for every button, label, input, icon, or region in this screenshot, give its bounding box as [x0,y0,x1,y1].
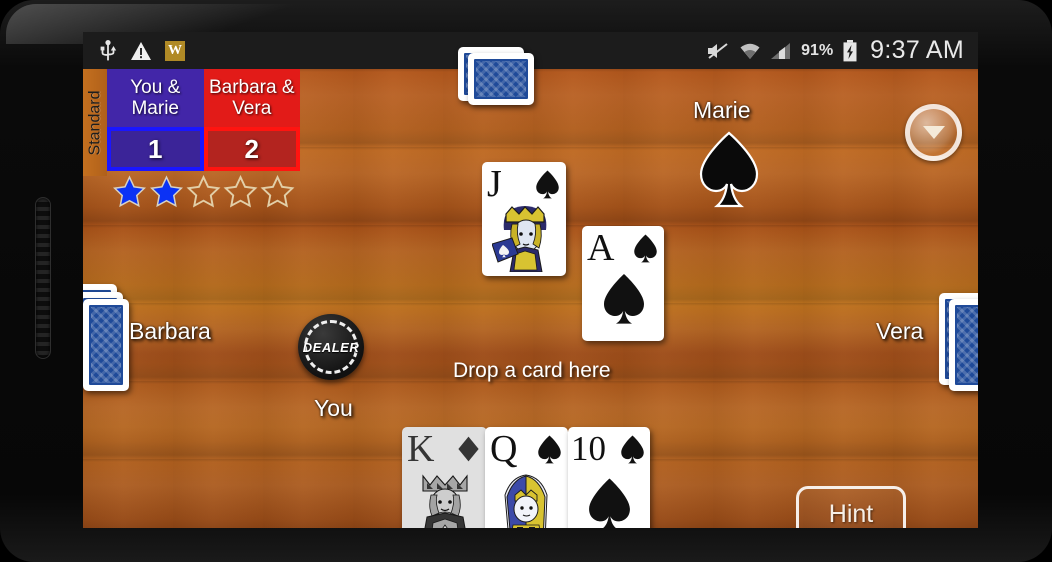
star-empty-4 [223,175,258,208]
scoreboard[interactable]: Standard You & Marie Barbara & Vera 1 2 [83,69,300,208]
spade-icon [538,435,561,464]
card-rank: A [587,227,615,269]
team-b-score: 2 [203,127,300,171]
battery-charging-icon [843,39,857,61]
card-back-barbara-3 [83,299,129,391]
team-a-name-line1: You & [130,77,181,98]
star-filled-1 [112,175,147,208]
speaker-grille [35,197,51,359]
hand-card-ten-spades[interactable]: 10 [568,427,650,528]
usb-icon [100,39,117,60]
diamond-icon [458,436,479,462]
player-name-marie: Marie [693,97,751,123]
played-card-jack-spades: J [482,162,566,276]
hint-button-label: Hint [828,499,874,528]
game-mode-label: Standard [86,90,103,155]
dealer-chip: DEALER [298,314,364,380]
warning-icon [131,41,151,60]
hand-card-queen-spades[interactable]: Q [485,427,568,528]
phone-screen: W 91% 9:37 AM Standard You & Marie Barba… [83,32,978,528]
chevron-down-icon [922,126,945,139]
star-empty-3 [186,175,221,208]
expand-menu-button[interactable] [905,104,962,161]
game-table[interactable]: Standard You & Marie Barbara & Vera 1 2 … [83,47,978,528]
w-app-icon: W [165,40,185,61]
spade-icon-large [604,274,644,324]
wifi-icon [740,43,760,59]
hint-button[interactable]: Hint [796,486,906,528]
status-right-icons: 91% 9:37 AM [706,36,964,65]
star-filled-2 [149,175,184,208]
played-card-ace-spades: A [582,226,664,341]
team-b-name: Barbara & Vera [203,69,300,127]
king-court-figure [422,474,468,528]
drop-card-hint: Drop a card here [453,359,611,382]
queen-court-figure [504,474,548,528]
clock: 9:37 AM [870,36,964,64]
mute-icon [708,42,728,59]
team-b-name-line2: Vera [232,98,272,119]
card-back-marie-2 [468,53,534,105]
spade-icon [634,234,657,263]
card-rank: Q [490,428,518,470]
status-left-icons: W [99,39,185,62]
player-name-you: You [314,395,353,421]
spade-icon [536,170,559,199]
card-rank: K [407,428,435,470]
star-empty-5 [260,175,295,208]
dealer-chip-label: DEALER [302,339,360,355]
team-scores-row: 1 2 [107,127,300,171]
team-a-name: You & Marie [107,69,204,127]
player-name-barbara: Barbara [129,318,211,344]
trump-spade-icon [699,131,759,208]
spade-icon-large [589,478,630,528]
phone-device-frame: W 91% 9:37 AM Standard You & Marie Barba… [0,0,1052,562]
spade-icon [621,435,644,464]
team-a-score: 1 [107,127,204,171]
round-stars [107,171,300,208]
player-name-vera: Vera [876,318,924,344]
hand-card-king-diamonds[interactable]: K [402,427,487,528]
card-back-vera-2 [949,299,978,391]
card-rank: J [487,163,502,205]
team-a-name-line2: Marie [131,98,179,119]
team-names-row: You & Marie Barbara & Vera [107,69,300,127]
team-b-name-line1: Barbara & [208,77,295,98]
jack-court-figure [492,206,547,272]
signal-icon [771,42,791,59]
game-mode-tab[interactable]: Standard [83,69,107,176]
score-grid: You & Marie Barbara & Vera 1 2 [107,69,300,208]
battery-percent: 91% [801,41,834,59]
card-rank: 10 [571,429,606,468]
